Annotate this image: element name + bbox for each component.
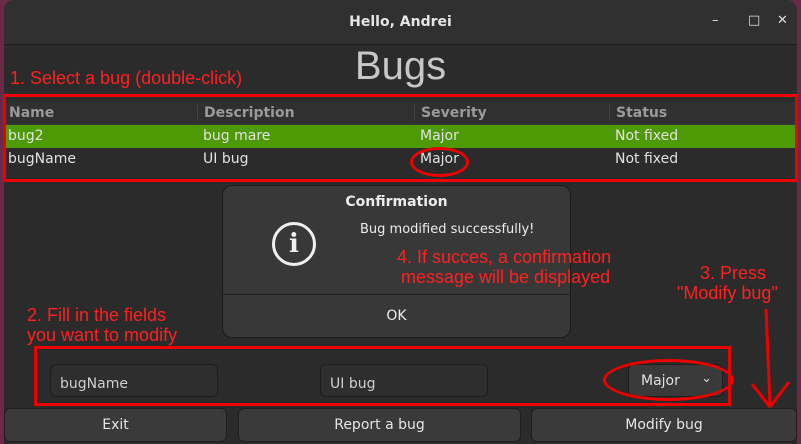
annotation-step-1: 1. Select a bug (double-click) bbox=[10, 68, 243, 88]
annotation-circle-severity bbox=[410, 147, 469, 177]
ok-button[interactable]: OK bbox=[223, 295, 570, 337]
info-icon: i bbox=[272, 222, 316, 266]
modify-bug-button[interactable]: Modify bug bbox=[531, 408, 797, 442]
annotation-circle-dropdown bbox=[603, 359, 734, 401]
annotation-step-3-line-1: 3. Press bbox=[700, 263, 767, 283]
annotation-step-2-line-2: you want to modify bbox=[27, 325, 178, 345]
dialog-title: Confirmation bbox=[345, 194, 448, 210]
maximize-icon[interactable]: □ bbox=[748, 13, 760, 28]
annotation-box-table bbox=[3, 94, 798, 182]
close-icon[interactable]: ✕ bbox=[777, 13, 788, 28]
exit-button[interactable]: Exit bbox=[4, 408, 227, 442]
annotation-step-3-line-2: "Modify bug" bbox=[677, 283, 778, 303]
annotation-step-4-line-2: message will be displayed bbox=[401, 267, 611, 287]
annotation-step-4-line-1: 4. If succes, a confirmation bbox=[397, 247, 612, 267]
annotation-step-2-line-1: 2. Fill in the fields bbox=[27, 305, 167, 325]
dialog-message: Bug modified successfully! bbox=[360, 222, 535, 237]
minimize-icon[interactable]: – bbox=[712, 13, 719, 28]
report-bug-button[interactable]: Report a bug bbox=[238, 408, 521, 442]
title-bar[interactable]: Hello, Andrei – □ ✕ bbox=[4, 0, 797, 45]
window-title: Hello, Andrei bbox=[349, 14, 452, 30]
